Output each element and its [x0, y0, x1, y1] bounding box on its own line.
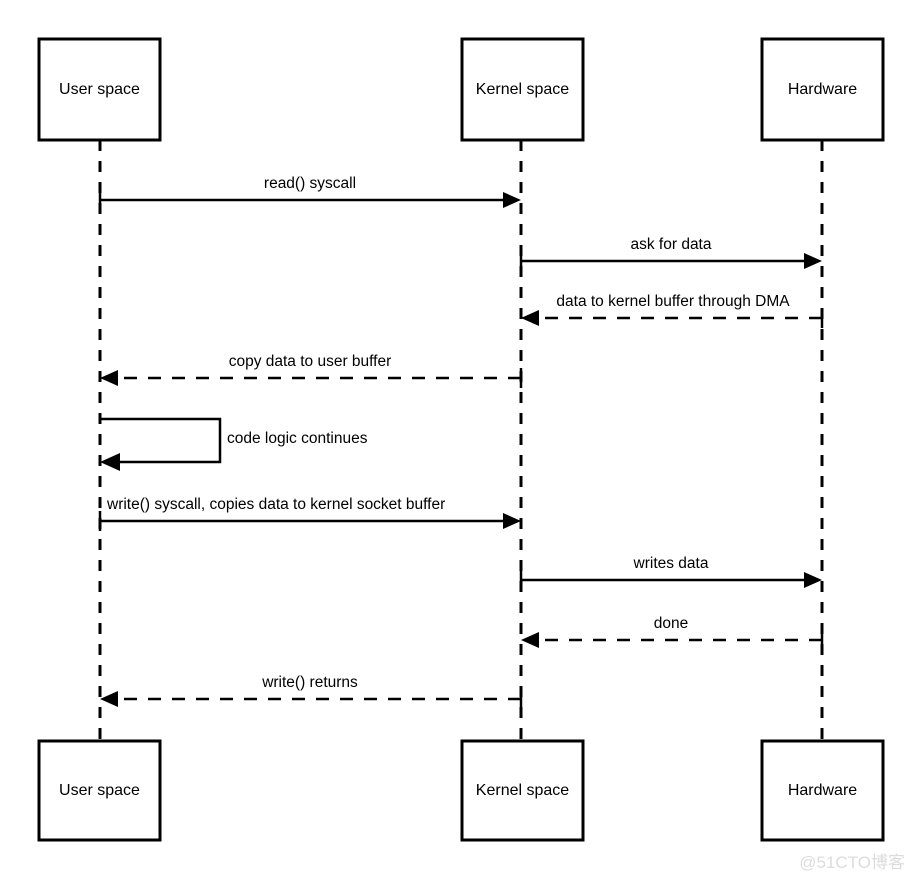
participant-hardware-bottom[interactable]: Hardware	[760, 739, 885, 842]
message-writes-data-arrowhead	[804, 572, 822, 588]
participant-kernel-space-top[interactable]: Kernel space	[460, 37, 585, 142]
participant-label-user-space-bottom: User space	[59, 782, 140, 799]
message-dma-transfer-arrowhead	[521, 310, 539, 326]
participant-user-space-top[interactable]: User space	[37, 37, 162, 142]
message-code-logic-continues-arrowhead	[100, 453, 120, 471]
message-copy-to-user-buffer-label: copy data to user buffer	[229, 353, 392, 370]
lifelines-group	[98, 140, 824, 741]
message-ask-for-data-label: ask for data	[631, 236, 712, 253]
watermark: @51CTO博客	[799, 853, 905, 872]
message-write-syscall-label: write() syscall, copies data to kernel s…	[106, 496, 445, 513]
message-read-syscall-arrowhead	[503, 192, 521, 208]
message-done[interactable]: done	[521, 615, 824, 650]
message-write-syscall-arrowhead	[503, 513, 521, 529]
message-write-returns[interactable]: write() returns	[100, 674, 523, 709]
message-writes-data-label: writes data	[633, 555, 709, 572]
message-dma-transfer-label: data to kernel buffer through DMA	[556, 293, 790, 310]
participant-label-user-space-top: User space	[59, 81, 140, 98]
participant-label-hardware-top: Hardware	[788, 81, 857, 98]
participant-user-space-bottom[interactable]: User space	[37, 739, 162, 842]
sequence-diagram: User space Kernel space Hardware read() …	[0, 0, 922, 880]
participant-kernel-space-bottom[interactable]: Kernel space	[460, 739, 585, 842]
sequence-diagram-canvas: User space Kernel space Hardware read() …	[37, 37, 905, 872]
message-read-syscall-label: read() syscall	[264, 175, 356, 192]
message-copy-to-user-buffer-arrowhead	[100, 370, 118, 386]
message-writes-data[interactable]: writes data	[519, 555, 822, 590]
message-dma-transfer[interactable]: data to kernel buffer through DMA	[521, 293, 824, 328]
message-code-logic-continues-label: code logic continues	[227, 430, 368, 447]
participant-label-kernel-space-top: Kernel space	[476, 81, 569, 98]
participant-label-kernel-space-bottom: Kernel space	[476, 782, 569, 799]
participant-hardware-top[interactable]: Hardware	[760, 37, 885, 142]
message-code-logic-continues[interactable]: code logic continues	[100, 417, 368, 471]
message-done-arrowhead	[521, 632, 539, 648]
message-read-syscall[interactable]: read() syscall	[98, 175, 521, 210]
message-ask-for-data-arrowhead	[804, 253, 822, 269]
message-write-returns-arrowhead	[100, 691, 118, 707]
message-done-label: done	[654, 615, 688, 632]
message-write-returns-label: write() returns	[261, 674, 358, 691]
participant-label-hardware-bottom: Hardware	[788, 782, 857, 799]
message-copy-to-user-buffer[interactable]: copy data to user buffer	[100, 353, 523, 388]
message-write-syscall[interactable]: write() syscall, copies data to kernel s…	[98, 496, 521, 531]
message-ask-for-data[interactable]: ask for data	[519, 236, 822, 271]
